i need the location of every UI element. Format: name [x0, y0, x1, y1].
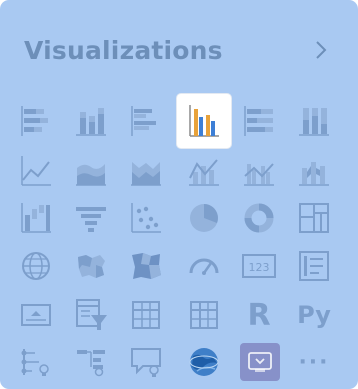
funnel-chart-icon[interactable] — [69, 196, 113, 240]
more-options-icon[interactable]: ··· — [292, 340, 336, 384]
power-apps-icon[interactable] — [240, 343, 280, 381]
line-and-clustered-column-chart-icon[interactable] — [237, 149, 281, 193]
gauge-icon[interactable] — [182, 244, 226, 288]
donut-chart-icon[interactable] — [237, 196, 281, 240]
100-percent-stacked-bar-chart-icon[interactable] — [237, 99, 281, 143]
area-chart-icon[interactable] — [69, 149, 113, 193]
line-and-stacked-column-chart-icon[interactable] — [182, 149, 226, 193]
python-visual-icon[interactable]: Py — [292, 293, 336, 337]
shape-map-icon[interactable] — [124, 244, 168, 288]
ribbon-chart-icon[interactable] — [292, 149, 336, 193]
line-chart-icon[interactable] — [14, 149, 58, 193]
clustered-bar-chart-icon[interactable] — [124, 99, 168, 143]
treemap-icon[interactable] — [292, 196, 336, 240]
py-label: Py — [297, 301, 331, 329]
svg-text:123: 123 — [249, 261, 270, 274]
kpi-icon[interactable] — [14, 293, 58, 337]
key-influencers-icon[interactable] — [14, 340, 58, 384]
visual-type-grid: 123 R Py ··· — [0, 0, 358, 389]
waterfall-chart-icon[interactable] — [14, 196, 58, 240]
stacked-area-chart-icon[interactable] — [124, 149, 168, 193]
arcgis-map-icon[interactable] — [182, 340, 226, 384]
stacked-bar-chart-icon[interactable] — [14, 99, 58, 143]
decomposition-tree-icon[interactable] — [69, 340, 113, 384]
card-icon[interactable]: 123 — [237, 244, 281, 288]
slicer-icon[interactable] — [69, 293, 113, 337]
stacked-column-chart-icon[interactable] — [69, 99, 113, 143]
map-icon[interactable] — [14, 244, 58, 288]
scatter-chart-icon[interactable] — [124, 196, 168, 240]
more-options-label: ··· — [298, 349, 330, 375]
matrix-icon[interactable] — [182, 293, 226, 337]
100-percent-stacked-column-chart-icon[interactable] — [292, 99, 336, 143]
clustered-column-chart-icon[interactable] — [177, 94, 231, 148]
multi-row-card-icon[interactable] — [292, 244, 336, 288]
qa-icon[interactable] — [124, 340, 168, 384]
filled-map-icon[interactable] — [69, 244, 113, 288]
r-label: R — [247, 297, 271, 333]
visualizations-pane: Visualizations 123 R Py ··· — [0, 0, 358, 389]
table-icon[interactable] — [124, 293, 168, 337]
pie-chart-icon[interactable] — [182, 196, 226, 240]
r-script-visual-icon[interactable]: R — [237, 293, 281, 337]
